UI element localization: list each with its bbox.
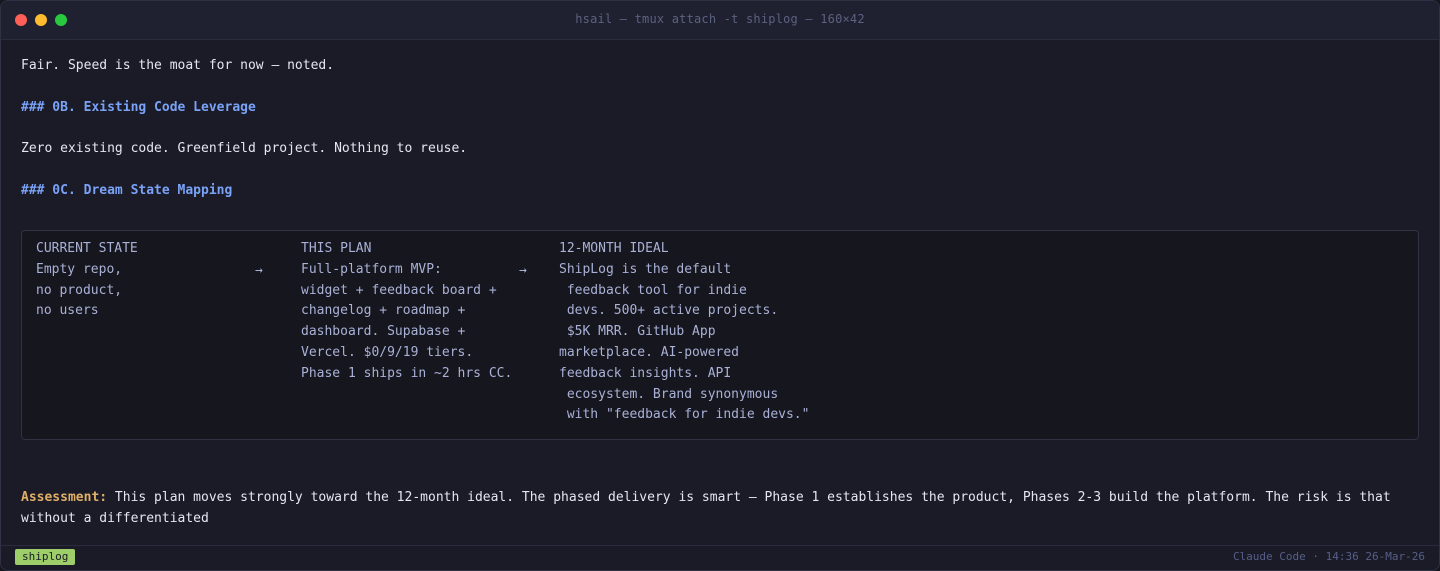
- column-line: $5K MRR. GitHub App: [559, 324, 716, 340]
- assessment-paragraph: Assessment: This plan moves strongly tow…: [21, 487, 1401, 529]
- column-line: marketplace. AI-powered: [559, 344, 740, 360]
- ideal-column: 12-MONTH IDEAL ShipLog is the default fe…: [559, 239, 809, 426]
- column-line: ecosystem. Brand synonymous: [559, 386, 779, 402]
- current-state-column: CURRENT STATE Empty repo, no product, no…: [36, 239, 138, 322]
- column-line: changelog + roadmap +: [301, 303, 466, 319]
- section-heading-0b: ### 0B. Existing Code Leverage: [21, 100, 256, 115]
- arrow-icon: →: [519, 263, 527, 278]
- this-plan-column: THIS PLAN Full-platform MVP: widget + fe…: [301, 239, 512, 385]
- assessment-text: This plan moves strongly toward the 12-m…: [21, 490, 1391, 526]
- column-line: dashboard. Supabase +: [301, 324, 466, 340]
- column-header: THIS PLAN: [301, 241, 372, 256]
- column-line: widget + feedback board +: [301, 282, 497, 298]
- section-heading-0c: ### 0C. Dream State Mapping: [21, 183, 233, 198]
- column-line: Vercel. $0/9/19 tiers.: [301, 344, 474, 360]
- dream-state-code-block: CURRENT STATE Empty repo, no product, no…: [21, 230, 1419, 440]
- column-line: with "feedback for indie devs.": [559, 407, 810, 423]
- session-badge[interactable]: shiplog: [15, 549, 76, 565]
- column-header: 12-MONTH IDEAL: [559, 241, 669, 256]
- assessment-label: Assessment:: [21, 490, 108, 505]
- column-line: feedback insights. API: [559, 365, 732, 381]
- tmux-status-bar: shiplog Claude Code · 14:36 26-Mar-26: [1, 545, 1439, 570]
- title-bar: hsail — tmux attach -t shiplog — 160×42: [1, 1, 1439, 40]
- output-line: Zero existing code. Greenfield project. …: [21, 141, 468, 156]
- column-line: no users: [36, 303, 99, 319]
- column-line: ShipLog is the default: [559, 261, 732, 277]
- column-line: devs. 500+ active projects.: [559, 303, 779, 319]
- window-title: hsail — tmux attach -t shiplog — 160×42: [575, 12, 865, 26]
- column-header: CURRENT STATE: [36, 241, 138, 256]
- output-line: Fair. Speed is the moat for now — noted.: [21, 58, 335, 73]
- terminal-window: hsail — tmux attach -t shiplog — 160×42 …: [0, 0, 1440, 571]
- column-line: no product,: [36, 282, 123, 298]
- column-line: Empty repo,: [36, 261, 123, 277]
- column-line: Full-platform MVP:: [301, 261, 442, 277]
- column-line: feedback tool for indie: [559, 282, 747, 298]
- arrow-icon: →: [255, 263, 263, 278]
- status-right-info: Claude Code · 14:36 26-Mar-26: [1232, 550, 1425, 563]
- column-line: Phase 1 ships in ~2 hrs CC.: [301, 365, 513, 381]
